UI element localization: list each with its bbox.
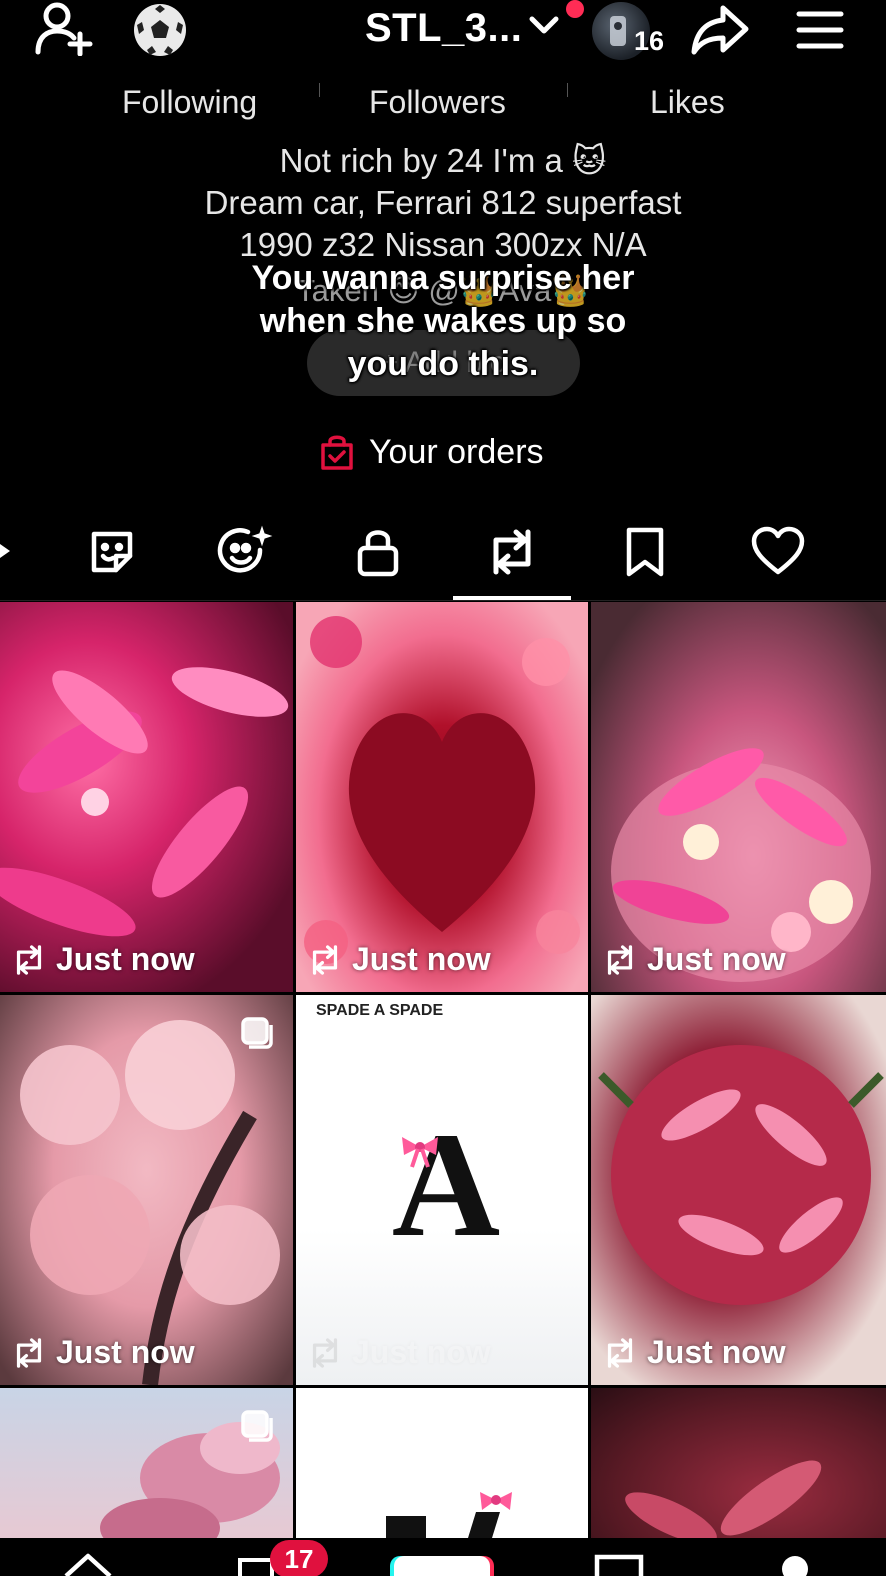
repost-icon (607, 944, 633, 975)
bouquet-artwork (598, 1045, 884, 1305)
video-caption: You wanna surprise her (251, 259, 635, 297)
letter-artwork (386, 1492, 512, 1538)
stat-divider (567, 83, 568, 97)
menu-icon[interactable] (796, 10, 844, 50)
sparkle-face-icon[interactable] (216, 524, 274, 580)
grid-video-tile[interactable]: Just now (591, 602, 886, 992)
multi-photo-icon (239, 1408, 275, 1444)
stat-divider (319, 83, 320, 97)
grid-video-tile[interactable] (591, 1388, 886, 1538)
grid-video-tile[interactable] (296, 1388, 588, 1538)
blossom-artwork (20, 1020, 280, 1385)
profile-icon[interactable] (778, 1552, 812, 1576)
bouquet-artwork (611, 748, 871, 982)
bookmark-icon[interactable] (623, 526, 667, 578)
notification-dot (566, 0, 584, 18)
multi-photo-icon (239, 1015, 275, 1051)
followers-label[interactable]: Followers (369, 82, 506, 122)
repost-icon (312, 1337, 338, 1368)
repost-timestamp: Just now (306, 1334, 491, 1371)
timestamp-label: Just now (56, 941, 195, 977)
grid-video-tile[interactable]: Just now (0, 602, 293, 992)
lily-artwork (625, 1460, 822, 1538)
tab-divider (0, 600, 886, 601)
scroll-left-icon (0, 544, 10, 558)
account-count: 16 (634, 26, 665, 56)
inbox-badge: 17 (270, 1540, 328, 1576)
chevron-down-icon[interactable] (528, 12, 560, 38)
grid-video-tile[interactable]: Just now (591, 995, 886, 1385)
grid-video-tile[interactable]: Just now (296, 602, 588, 992)
bottom-navigation (0, 1538, 886, 1576)
timestamp-label: Just now (647, 1334, 786, 1370)
likes-label[interactable]: Likes (650, 82, 725, 122)
home-icon[interactable] (62, 1552, 114, 1576)
create-button[interactable] (390, 1552, 494, 1576)
repost-timestamp: Just now (10, 941, 195, 978)
repost-icon (607, 1337, 633, 1368)
video-caption: you do this. (347, 345, 539, 383)
video-caption: when she wakes up so (259, 302, 627, 340)
repost-icon (16, 944, 42, 975)
soccer-ball-icon[interactable] (130, 0, 190, 60)
letter-graphic: A (391, 1102, 501, 1268)
repost-timestamp: Just now (601, 1334, 786, 1371)
repost-icon (16, 1337, 42, 1368)
share-icon[interactable] (690, 2, 750, 58)
sticker-icon[interactable] (86, 526, 138, 578)
your-orders-link[interactable]: Your orders (369, 430, 544, 474)
bio-line: Not rich by 24 I'm a 🐱 (279, 142, 607, 179)
following-label[interactable]: Following (122, 82, 257, 122)
bow-icon (398, 1133, 442, 1169)
lock-icon[interactable] (355, 526, 401, 578)
timestamp-label: Just now (56, 1334, 195, 1370)
profile-username[interactable]: STL_3... (365, 4, 522, 52)
rose-heart-artwork (304, 616, 580, 964)
timestamp-label: Just now (352, 1334, 491, 1370)
shopping-bag-icon[interactable] (318, 432, 356, 472)
bio-line: Dream car, Ferrari 812 superfast (204, 184, 682, 221)
grid-video-tile[interactable]: Just now (0, 995, 293, 1385)
lily-artwork (0, 667, 289, 937)
add-friend-icon[interactable] (32, 2, 94, 56)
top-bar: STL_3... 16 (0, 0, 886, 62)
repost-icon (312, 944, 338, 975)
heart-icon[interactable] (750, 526, 806, 576)
timestamp-label: Just now (647, 941, 786, 977)
repost-icon[interactable] (484, 526, 540, 578)
repost-timestamp: Just now (306, 941, 491, 978)
brand-label: SPADE A SPADE (316, 1002, 444, 1019)
repost-timestamp: Just now (10, 1334, 195, 1371)
grid-video-tile[interactable] (0, 1388, 293, 1538)
inbox-icon[interactable] (594, 1554, 644, 1576)
grid-video-tile[interactable]: SPADE A SPADE A Just now (296, 995, 588, 1385)
timestamp-label: Just now (352, 941, 491, 977)
repost-timestamp: Just now (601, 941, 786, 978)
